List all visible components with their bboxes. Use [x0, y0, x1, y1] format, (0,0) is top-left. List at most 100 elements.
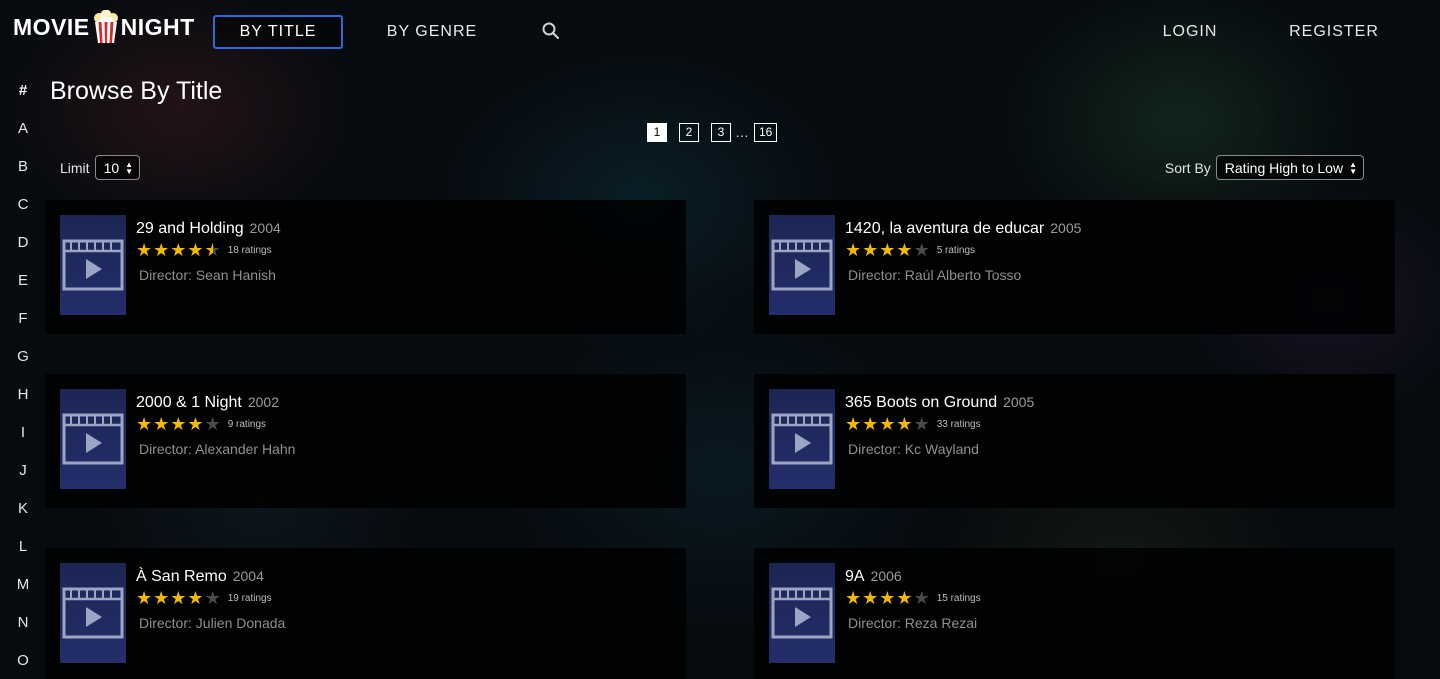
star-icon: ★ — [187, 240, 204, 260]
alpha-link-a[interactable]: A — [0, 110, 46, 148]
alpha-link-l[interactable]: L — [0, 528, 46, 566]
movie-poster[interactable] — [60, 215, 126, 315]
movie-card[interactable]: 365 Boots on Ground 2005 ★ ★ ★ ★ ★ 33 ratings … — [754, 374, 1395, 508]
movie-year: 2002 — [247, 394, 280, 410]
movie-director: Director: Alexander Hahn — [139, 441, 296, 457]
alpha-link-n[interactable]: N — [0, 604, 46, 642]
movie-director: Director: Reza Rezai — [848, 615, 978, 631]
star-icon: ★ — [170, 414, 187, 434]
search-icon[interactable] — [541, 21, 561, 41]
movie-card[interactable]: 2000 & 1 Night 2002 ★ ★ ★ ★ ★ 9 ratings Direct… — [45, 374, 686, 508]
star-icon: ★ — [913, 588, 930, 608]
star-icon: ★ — [153, 240, 170, 260]
alpha-link-h[interactable]: H — [0, 376, 46, 414]
movie-year: 2004 — [249, 220, 281, 236]
ratings-count: 19 ratings — [227, 592, 272, 604]
select-arrows-icon: ▲ ▼ — [1349, 159, 1357, 176]
ratings-count: 5 ratings — [936, 244, 976, 256]
tab-by-genre[interactable]: BY GENRE — [370, 15, 494, 49]
movie-card[interactable]: 1420, la aventura de educar 2005 ★ ★ ★ ★ ★ 5 r… — [754, 200, 1395, 334]
film-play-icon — [771, 587, 833, 639]
star-icon: ★ — [845, 240, 862, 260]
movie-poster[interactable] — [769, 215, 835, 315]
film-play-icon — [771, 413, 833, 465]
star-rating: ★ ★ ★ ★ ★ 9 ratings — [136, 414, 266, 434]
movie-poster[interactable] — [769, 389, 835, 489]
movie-year: 2005 — [1050, 220, 1082, 236]
alpha-link-o[interactable]: O — [0, 642, 46, 679]
star-icon: ★ — [913, 414, 930, 434]
film-play-icon — [62, 239, 124, 291]
star-icon: ★ — [187, 588, 204, 608]
movie-poster[interactable] — [60, 389, 126, 489]
page-button-2[interactable]: 2 — [679, 122, 699, 142]
movie-title[interactable]: À San Remo — [136, 568, 227, 585]
movie-title[interactable]: 365 Boots on Ground — [845, 394, 997, 411]
alpha-link-d[interactable]: D — [0, 224, 46, 262]
pagination-ellipsis: … — [735, 124, 750, 140]
alphabet-index: # A B C D E F G H I J K L M N O — [0, 72, 46, 679]
alpha-link-j[interactable]: J — [0, 452, 46, 490]
alpha-link-f[interactable]: F — [0, 300, 46, 338]
sort-control: Sort By Rating High to Low ▲ ▼ — [1165, 155, 1364, 180]
star-icon: ★ — [136, 240, 153, 260]
site-logo[interactable]: MOVIE NIGHT — [13, 9, 195, 45]
tab-by-title[interactable]: BY TITLE — [213, 15, 343, 49]
star-icon: ★ — [136, 588, 153, 608]
star-rating: ★ ★ ★ ★ ★ 15 ratings — [845, 588, 981, 608]
page-title: Browse By Title — [50, 77, 223, 105]
alpha-link-e[interactable]: E — [0, 262, 46, 300]
register-link[interactable]: REGISTER — [1280, 15, 1388, 49]
limit-label: Limit — [60, 159, 90, 176]
page-button-1[interactable]: 1 — [647, 122, 667, 142]
star-icon: ★ — [879, 588, 896, 608]
ratings-count: 9 ratings — [227, 418, 267, 430]
movie-poster[interactable] — [769, 563, 835, 663]
movie-year: 2005 — [1003, 394, 1035, 410]
film-play-icon — [62, 587, 124, 639]
star-icon: ★ — [896, 414, 913, 434]
popcorn-icon — [93, 9, 119, 44]
star-rating: ★ ★ ★ ★ ★ 19 ratings — [136, 588, 272, 608]
movie-title[interactable]: 9A — [845, 568, 865, 585]
star-rating: ★ ★ ★ ★ ★ 5 ratings — [845, 240, 975, 260]
star-icon: ★ — [153, 588, 170, 608]
star-icon: ★ — [896, 240, 913, 260]
movie-year: 2006 — [870, 568, 902, 584]
alpha-link-c[interactable]: C — [0, 186, 46, 224]
star-icon: ★ — [204, 414, 221, 434]
movie-year: 2004 — [232, 568, 264, 584]
star-icon: ★ — [896, 588, 913, 608]
star-icon: ★ — [153, 414, 170, 434]
movie-title[interactable]: 29 and Holding — [136, 220, 244, 237]
star-icon: ★ — [205, 240, 221, 260]
movie-director: Director: Sean Hanish — [139, 267, 276, 283]
movie-title[interactable]: 1420, la aventura de educar — [845, 220, 1044, 237]
sort-select[interactable]: Rating High to Low ▲ ▼ — [1215, 155, 1364, 180]
movie-card[interactable]: 9A 2006 ★ ★ ★ ★ ★ 15 ratings Director: Reza Re… — [754, 548, 1395, 679]
alpha-link-g[interactable]: G — [0, 338, 46, 376]
limit-select[interactable]: 10 ▲ ▼ — [94, 155, 141, 180]
star-icon: ★ — [862, 240, 879, 260]
star-icon: ★ — [136, 414, 153, 434]
movie-title[interactable]: 2000 & 1 Night — [136, 394, 242, 411]
star-icon: ★ — [862, 414, 879, 434]
alpha-link-k[interactable]: K — [0, 490, 46, 528]
page-button-last[interactable]: 16 — [754, 122, 778, 142]
ratings-count: 15 ratings — [936, 592, 981, 604]
page-button-3[interactable]: 3 — [711, 122, 731, 142]
limit-control: Limit 10 ▲ ▼ — [60, 155, 141, 180]
alpha-link-m[interactable]: M — [0, 566, 46, 604]
film-play-icon — [62, 413, 124, 465]
movie-poster[interactable] — [60, 563, 126, 663]
movie-director: Director: Raúl Alberto Tosso — [848, 267, 1022, 283]
alpha-link-b[interactable]: B — [0, 148, 46, 186]
logo-word-night: NIGHT — [120, 13, 195, 40]
login-link[interactable]: LOGIN — [1150, 15, 1230, 49]
movie-director: Director: Kc Wayland — [848, 441, 979, 457]
alpha-link-hash[interactable]: # — [0, 72, 46, 110]
movie-card[interactable]: 29 and Holding2004 ★★★★★18 ratings Direc… — [45, 200, 686, 334]
alpha-link-i[interactable]: I — [0, 414, 46, 452]
movie-card[interactable]: À San Remo 2004 ★ ★ ★ ★ ★ 19 ratings Director:… — [45, 548, 686, 679]
ratings-count: 18 ratings — [227, 244, 272, 256]
